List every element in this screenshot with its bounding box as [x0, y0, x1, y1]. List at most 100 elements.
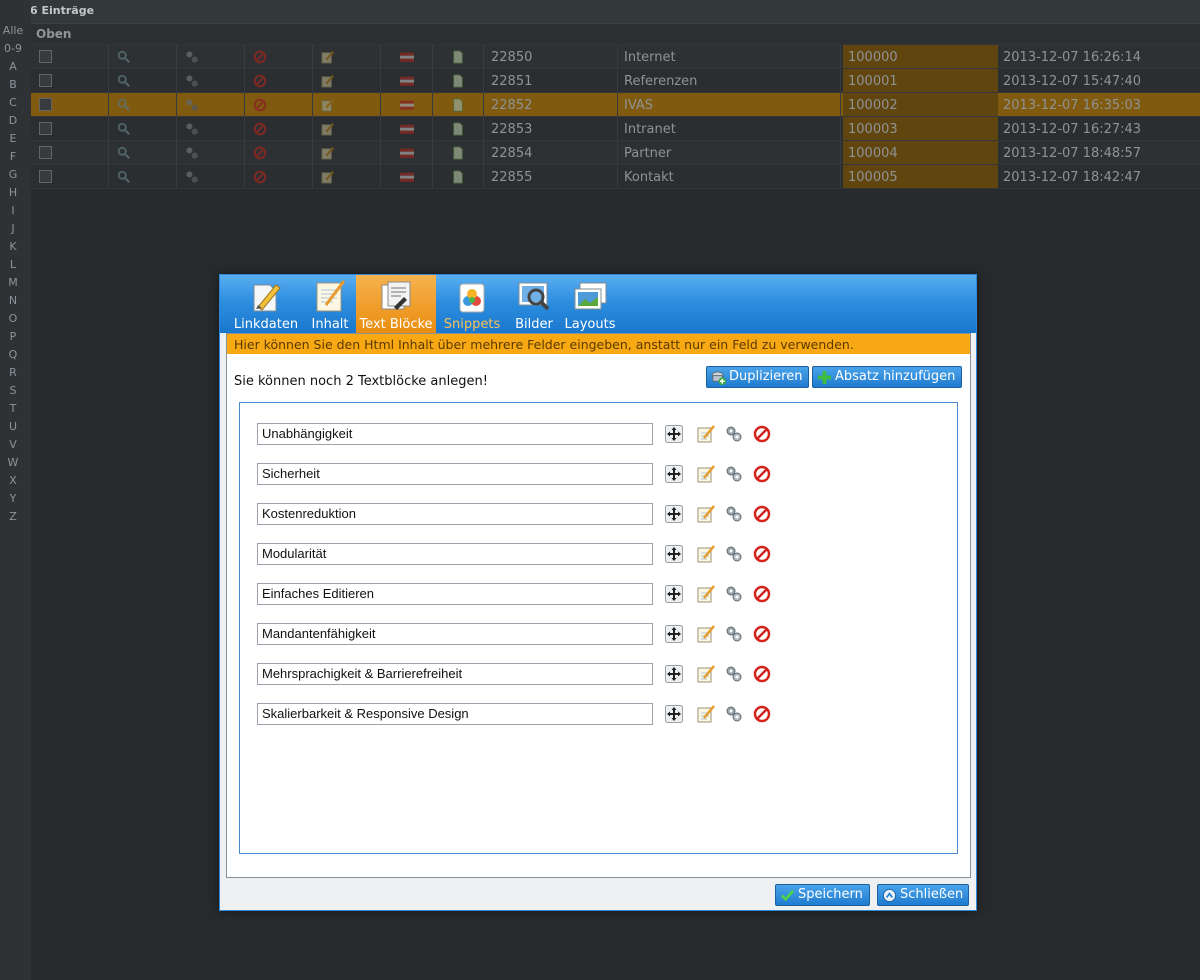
- alphabet-filter-item[interactable]: H: [0, 187, 26, 199]
- delete-icon[interactable]: [753, 705, 771, 723]
- alphabet-filter-item[interactable]: V: [0, 439, 26, 451]
- text-block-title-input[interactable]: Mandantenfähigkeit: [257, 623, 653, 645]
- settings-icon[interactable]: [725, 585, 743, 603]
- list-header-bar: 6 Einträge: [0, 0, 1200, 24]
- text-block-title-input[interactable]: Skalierbarkeit & Responsive Design: [257, 703, 653, 725]
- edit-icon[interactable]: [697, 705, 715, 723]
- settings-icon[interactable]: [725, 665, 743, 683]
- alphabet-filter-item[interactable]: W: [0, 457, 26, 469]
- add-paragraph-label: Absatz hinzufügen: [835, 369, 956, 384]
- text-block-row: Sicherheit: [257, 463, 777, 485]
- delete-icon[interactable]: [753, 625, 771, 643]
- delete-icon[interactable]: [753, 585, 771, 603]
- alphabet-filter-item[interactable]: N: [0, 295, 26, 307]
- move-icon[interactable]: [665, 505, 683, 523]
- alphabet-filter-item[interactable]: R: [0, 367, 26, 379]
- info-banner: Hier können Sie den Html Inhalt über meh…: [227, 334, 970, 354]
- alphabet-filter-item[interactable]: T: [0, 403, 26, 415]
- edit-icon[interactable]: [697, 465, 715, 483]
- settings-icon[interactable]: [725, 705, 743, 723]
- plus-icon: [817, 370, 832, 385]
- move-icon[interactable]: [665, 585, 683, 603]
- alphabet-filter-item[interactable]: L: [0, 259, 26, 271]
- text-block-title-input[interactable]: Unabhängigkeit: [257, 423, 653, 445]
- alphabet-filter-item[interactable]: Y: [0, 493, 26, 505]
- alphabet-filter-item[interactable]: B: [0, 79, 26, 91]
- alphabet-filter-item[interactable]: A: [0, 61, 26, 73]
- tab-layouts[interactable]: Layouts: [560, 275, 620, 333]
- alphabet-filter-item[interactable]: 0-9: [0, 43, 26, 55]
- tab-label: Inhalt: [311, 317, 349, 332]
- edit-icon[interactable]: [697, 545, 715, 563]
- alphabet-filter-item[interactable]: Alle: [0, 25, 26, 37]
- delete-icon[interactable]: [753, 665, 771, 683]
- alphabet-filter-item[interactable]: S: [0, 385, 26, 397]
- entry-count: 6 Einträge: [30, 4, 95, 17]
- edit-icon[interactable]: [697, 625, 715, 643]
- edit-icon[interactable]: [697, 505, 715, 523]
- alphabet-filter-item[interactable]: Q: [0, 349, 26, 361]
- tab-label: Bilder: [515, 317, 553, 332]
- delete-icon[interactable]: [753, 545, 771, 563]
- tab-bilder[interactable]: Bilder: [510, 275, 558, 333]
- alphabet-filter-item[interactable]: Z: [0, 511, 26, 523]
- alphabet-filter-item[interactable]: F: [0, 151, 26, 163]
- alphabet-filter-item[interactable]: X: [0, 475, 26, 487]
- text-block-title-input[interactable]: Kostenreduktion: [257, 503, 653, 525]
- tab-inhalt[interactable]: Inhalt: [306, 275, 354, 333]
- move-icon[interactable]: [665, 425, 683, 443]
- text-block-row: Mandantenfähigkeit: [257, 623, 777, 645]
- duplicate-button[interactable]: Duplizieren: [706, 366, 809, 388]
- text-block-title-input[interactable]: Mehrsprachigkeit & Barrierefreiheit: [257, 663, 653, 685]
- info-banner-text: Hier können Sie den Html Inhalt über meh…: [234, 337, 854, 352]
- move-icon[interactable]: [665, 465, 683, 483]
- delete-icon[interactable]: [753, 425, 771, 443]
- alphabet-filter-item[interactable]: M: [0, 277, 26, 289]
- text-block-title-input[interactable]: Einfaches Editieren: [257, 583, 653, 605]
- tab-text-bl-cke[interactable]: Text Blöcke: [356, 275, 436, 333]
- alphabet-filter-item[interactable]: D: [0, 115, 26, 127]
- close-icon: [882, 888, 897, 903]
- text-block-title-input[interactable]: Modularität: [257, 543, 653, 565]
- save-button[interactable]: Speichern: [775, 884, 870, 906]
- alphabet-filter-item[interactable]: J: [0, 223, 26, 235]
- close-label: Schließen: [900, 887, 964, 902]
- alphabet-filter-item[interactable]: K: [0, 241, 26, 253]
- alphabet-filter-item[interactable]: U: [0, 421, 26, 433]
- alphabet-filter-item[interactable]: G: [0, 169, 26, 181]
- tab-label: Snippets: [443, 317, 501, 332]
- settings-icon[interactable]: [725, 505, 743, 523]
- alphabet-filter-item[interactable]: I: [0, 205, 26, 217]
- add-paragraph-button[interactable]: Absatz hinzufügen: [812, 366, 962, 388]
- text-block-row: Skalierbarkeit & Responsive Design: [257, 703, 777, 725]
- edit-icon[interactable]: [697, 585, 715, 603]
- text-block-row: Einfaches Editieren: [257, 583, 777, 605]
- settings-icon[interactable]: [725, 425, 743, 443]
- dialog-tab-bar: Linkdaten Inhalt Text Blöcke Snippets Bilder…: [220, 275, 976, 333]
- move-icon[interactable]: [665, 545, 683, 563]
- move-icon[interactable]: [665, 665, 683, 683]
- tab-label: Layouts: [564, 317, 616, 332]
- edit-icon[interactable]: [697, 425, 715, 443]
- tab-linkdaten[interactable]: Linkdaten: [230, 275, 302, 333]
- alphabet-filter-item[interactable]: P: [0, 331, 26, 343]
- text-block-title-input[interactable]: Sicherheit: [257, 463, 653, 485]
- alphabet-filter-item[interactable]: E: [0, 133, 26, 145]
- alphabet-filter-item[interactable]: O: [0, 313, 26, 325]
- edit-icon[interactable]: [697, 665, 715, 683]
- settings-icon[interactable]: [725, 625, 743, 643]
- move-icon[interactable]: [665, 705, 683, 723]
- text-blocks-panel: Hier können Sie den Html Inhalt über meh…: [226, 333, 971, 878]
- edit-dialog: Linkdaten Inhalt Text Blöcke Snippets Bilder…: [219, 274, 977, 911]
- settings-icon[interactable]: [725, 545, 743, 563]
- alphabet-filter-item[interactable]: C: [0, 97, 26, 109]
- tab-snippets[interactable]: Snippets: [436, 275, 508, 333]
- duplicate-label: Duplizieren: [729, 369, 803, 384]
- delete-icon[interactable]: [753, 505, 771, 523]
- settings-icon[interactable]: [725, 465, 743, 483]
- save-label: Speichern: [798, 887, 863, 902]
- close-button[interactable]: Schließen: [877, 884, 969, 906]
- move-icon[interactable]: [665, 625, 683, 643]
- delete-icon[interactable]: [753, 465, 771, 483]
- tab-label: Linkdaten: [233, 317, 299, 332]
